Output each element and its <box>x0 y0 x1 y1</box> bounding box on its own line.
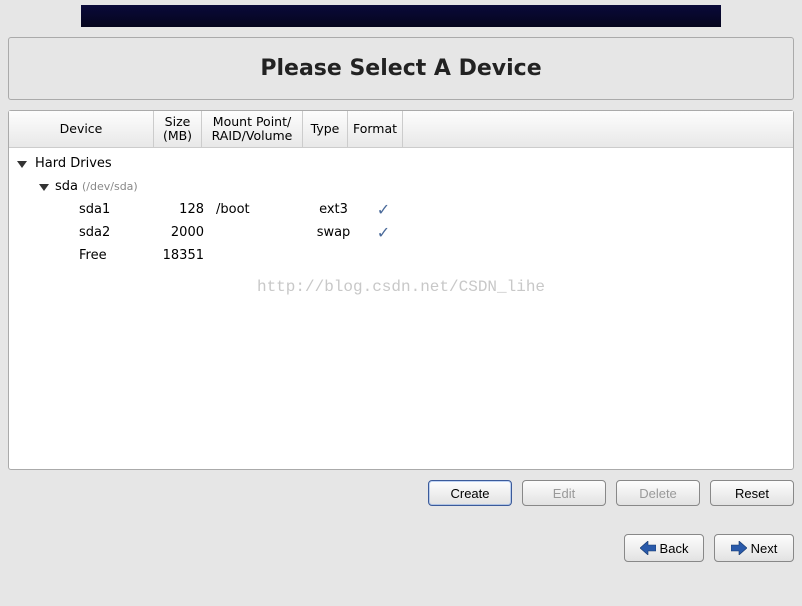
check-icon: ✓ <box>377 223 390 242</box>
top-banner <box>81 5 721 27</box>
tree-row-root[interactable]: Hard Drives <box>9 152 793 175</box>
nav-buttons: Back Next <box>8 534 794 562</box>
col-format[interactable]: Format <box>348 111 403 147</box>
next-button[interactable]: Next <box>714 534 794 562</box>
title-panel: Please Select A Device <box>8 37 794 100</box>
reset-button[interactable]: Reset <box>710 480 794 506</box>
part-size: 18351 <box>162 248 210 263</box>
edit-button: Edit <box>522 480 606 506</box>
part-mount: /boot <box>210 202 311 217</box>
table-row[interactable]: sda2 2000 swap ✓ <box>9 221 793 244</box>
part-size: 2000 <box>162 225 210 240</box>
part-type: ext3 <box>311 202 356 217</box>
expand-icon[interactable] <box>17 159 27 169</box>
disk-path: (/dev/sda) <box>82 180 138 193</box>
watermark: http://blog.csdn.net/CSDN_lihe <box>257 278 545 296</box>
expand-icon[interactable] <box>39 182 49 192</box>
back-label: Back <box>660 541 689 556</box>
delete-button: Delete <box>616 480 700 506</box>
col-mount[interactable]: Mount Point/ RAID/Volume <box>202 111 303 147</box>
next-label: Next <box>751 541 778 556</box>
col-type[interactable]: Type <box>303 111 348 147</box>
tree-row-disk[interactable]: sda (/dev/sda) <box>9 175 793 198</box>
root-label: Hard Drives <box>35 156 112 171</box>
part-name: Free <box>17 248 162 263</box>
disk-name: sda <box>55 179 78 194</box>
back-button[interactable]: Back <box>624 534 704 562</box>
part-type: swap <box>311 225 356 240</box>
part-format: ✓ <box>356 200 411 219</box>
device-tree: Hard Drives sda (/dev/sda) sda1 128 /boo… <box>9 148 793 469</box>
part-name: sda1 <box>17 202 162 217</box>
check-icon: ✓ <box>377 200 390 219</box>
page-title: Please Select A Device <box>9 56 793 81</box>
part-format: ✓ <box>356 223 411 242</box>
table-header: Device Size (MB) Mount Point/ RAID/Volum… <box>9 111 793 148</box>
arrow-left-icon <box>640 541 656 555</box>
col-rest <box>403 111 793 147</box>
table-row[interactable]: Free 18351 <box>9 244 793 267</box>
table-row[interactable]: sda1 128 /boot ext3 ✓ <box>9 198 793 221</box>
col-device[interactable]: Device <box>9 111 154 147</box>
device-panel: Device Size (MB) Mount Point/ RAID/Volum… <box>8 110 794 470</box>
part-name: sda2 <box>17 225 162 240</box>
col-size[interactable]: Size (MB) <box>154 111 202 147</box>
part-size: 128 <box>162 202 210 217</box>
create-button[interactable]: Create <box>428 480 512 506</box>
action-buttons: Create Edit Delete Reset <box>8 480 794 506</box>
arrow-right-icon <box>731 541 747 555</box>
